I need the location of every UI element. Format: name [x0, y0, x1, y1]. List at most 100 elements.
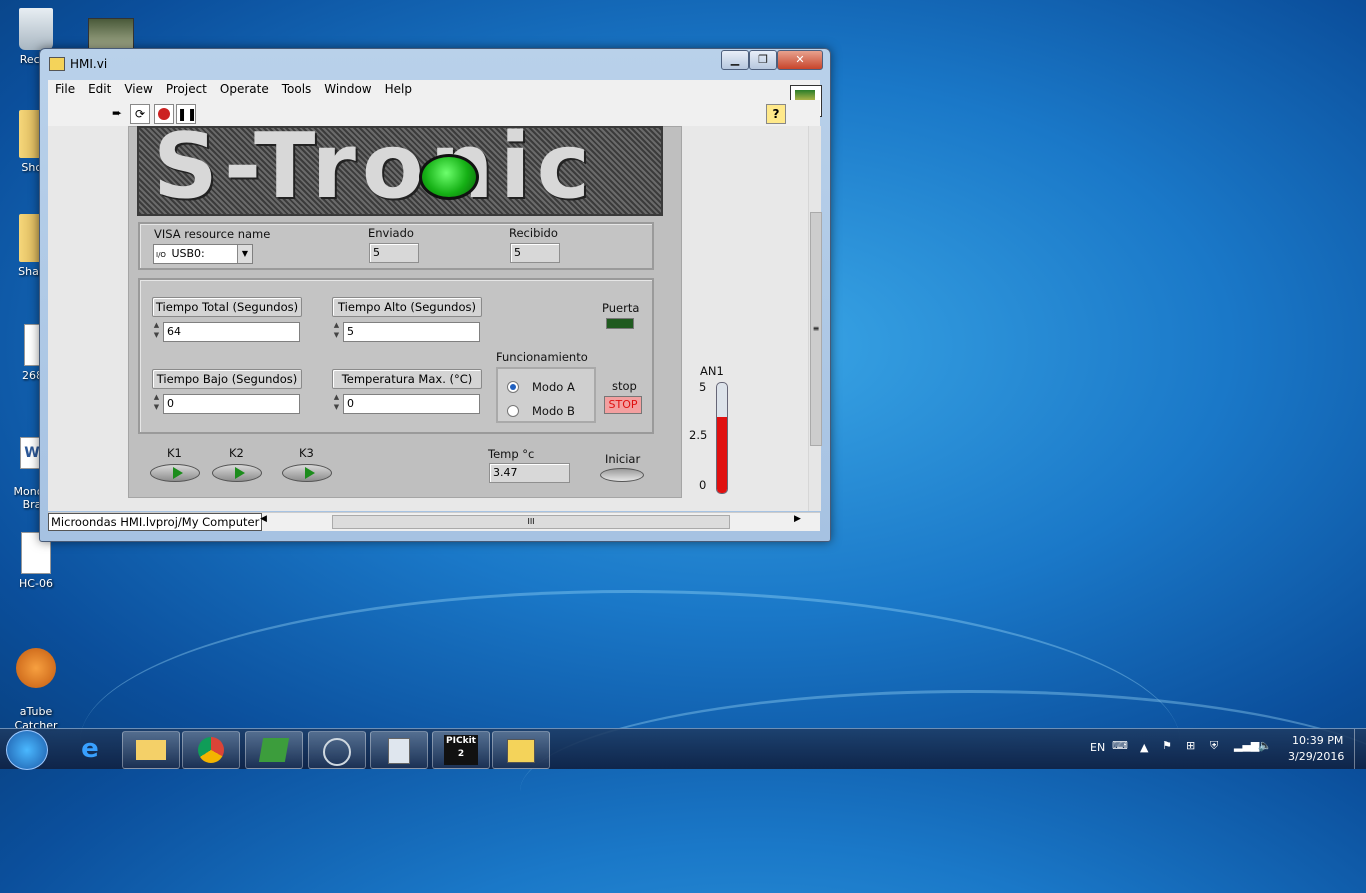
thermometer-tick-0: 0	[699, 478, 707, 492]
clock-time[interactable]: 10:39 PM	[1292, 734, 1343, 747]
thermometer-fill	[717, 416, 727, 493]
tiempo-total-stepper[interactable]: ▲ ▼	[152, 320, 161, 342]
k3-button[interactable]	[282, 464, 332, 482]
show-hidden-icons-icon[interactable]: ▲	[1140, 741, 1148, 754]
run-continuously-icon[interactable]: ⟳	[130, 104, 150, 124]
desktop-icon-picture[interactable]	[88, 18, 134, 50]
desktop-icon-atube-catcher[interactable]: aTube Catcher	[6, 634, 66, 733]
thermometer	[716, 382, 728, 494]
temperatura-max-stepper[interactable]: ▲ ▼	[332, 392, 341, 414]
iniciar-button[interactable]	[600, 468, 644, 482]
toolbar: ➨ ⟳ ❚❚ ?	[48, 100, 820, 127]
funcionamiento-label: Funcionamiento	[496, 350, 588, 364]
menu-help[interactable]: Help	[378, 80, 418, 96]
visa-resource-selector[interactable]: I/O USB0: ▼	[153, 244, 253, 264]
temperatura-max-input[interactable]: 0	[343, 394, 480, 414]
vertical-scroll-thumb[interactable]: ≡	[810, 212, 822, 446]
vertical-scrollbar[interactable]: ≡	[808, 126, 822, 511]
temperatura-max-label: Temperatura Max. (°C)	[332, 369, 482, 389]
chevron-down-icon[interactable]: ▼	[237, 245, 252, 263]
puerta-led	[606, 318, 634, 329]
labview-window[interactable]: HMI.vi ▁ ❐ ✕ File Edit View Project Operate T…	[39, 48, 831, 542]
modo-a-label[interactable]: Modo A	[532, 380, 575, 394]
temp-label: Temp °c	[488, 447, 535, 461]
play-icon	[235, 467, 245, 479]
minimize-button[interactable]: ▁	[721, 50, 749, 70]
scroll-right-icon[interactable]: ▶	[794, 514, 801, 524]
tiempo-bajo-label: Tiempo Bajo (Segundos)	[152, 369, 302, 389]
recibido-indicator: 5	[510, 243, 560, 263]
thermometer-label: AN1	[700, 364, 724, 378]
enviado-label: Enviado	[368, 226, 414, 240]
menu-operate[interactable]: Operate	[213, 80, 275, 96]
banner-text: S-Tronic	[153, 126, 596, 216]
menu-window[interactable]: Window	[317, 80, 377, 96]
visa-resource-value: USB0:	[171, 247, 205, 260]
menu-tools[interactable]: Tools	[275, 80, 318, 96]
security-icon[interactable]: ⛨	[1210, 739, 1218, 753]
k2-button[interactable]	[212, 464, 262, 482]
menu-view[interactable]: View	[117, 80, 158, 96]
tiempo-total-label: Tiempo Total (Segundos)	[152, 297, 302, 317]
menu-edit[interactable]: Edit	[81, 80, 117, 96]
tiempo-total-input[interactable]: 64	[163, 322, 300, 342]
close-button[interactable]: ✕	[777, 50, 823, 70]
tiempo-bajo-stepper[interactable]: ▲ ▼	[152, 392, 161, 414]
recibido-label: Recibido	[509, 226, 558, 240]
banner-image: S-Tronic	[137, 126, 663, 216]
show-desktop-button[interactable]	[1354, 729, 1366, 769]
scroll-left-icon[interactable]: ◀	[260, 514, 267, 524]
labview-icon[interactable]	[492, 731, 550, 769]
k1-label: K1	[167, 446, 182, 460]
calculator-icon[interactable]	[370, 731, 428, 769]
action-center-icon[interactable]: ⚑	[1162, 739, 1172, 752]
atube-catcher-icon	[16, 648, 56, 688]
taskbar: e PICkit 2 EN ⌨ ▲ ⚑ ⊞ ⛨ ▂▄▆ 🔈 10:39 PM 3…	[0, 728, 1366, 770]
windows-flag-icon[interactable]: ⊞	[1186, 739, 1195, 752]
chrome-icon[interactable]	[182, 731, 240, 769]
maximize-button[interactable]: ❐	[749, 50, 777, 70]
app-icon[interactable]	[308, 731, 366, 769]
front-panel: S-Tronic VISA resource name I/O USB0: ▼ …	[48, 126, 808, 511]
pickit2-icon[interactable]: PICkit 2	[432, 731, 490, 769]
start-button[interactable]	[6, 730, 48, 770]
pickit2-label: PICkit 2	[444, 735, 478, 765]
abort-execution-icon[interactable]	[154, 104, 174, 124]
tiempo-bajo-input[interactable]: 0	[163, 394, 300, 414]
tiempo-alto-stepper[interactable]: ▲ ▼	[332, 320, 341, 342]
horizontal-scroll-thumb[interactable]: III	[332, 515, 730, 529]
modo-b-label[interactable]: Modo B	[532, 404, 575, 418]
internet-explorer-icon[interactable]: e	[62, 731, 118, 767]
k1-button[interactable]	[150, 464, 200, 482]
k3-label: K3	[299, 446, 314, 460]
network-icon[interactable]: ▂▄▆	[1234, 739, 1259, 752]
pause-icon[interactable]: ❚❚	[176, 104, 197, 124]
context-help-button[interactable]: ?	[766, 104, 786, 124]
file-explorer-icon[interactable]	[122, 731, 180, 769]
stop-label: stop	[612, 379, 637, 393]
puerta-label: Puerta	[602, 301, 640, 315]
stop-button[interactable]: STOP	[604, 396, 642, 414]
temp-indicator: 3.47	[489, 463, 570, 483]
modo-b-radio[interactable]	[507, 405, 519, 417]
app-icon[interactable]	[245, 731, 303, 769]
play-icon	[173, 467, 183, 479]
menu-project[interactable]: Project	[159, 80, 213, 96]
volume-icon[interactable]: 🔈	[1258, 739, 1272, 752]
visa-resource-label: VISA resource name	[154, 227, 271, 241]
status-led-big	[419, 154, 479, 200]
tiempo-alto-label: Tiempo Alto (Segundos)	[332, 297, 482, 317]
project-path: Microondas HMI.lvproj/My Computer	[48, 513, 263, 531]
enviado-indicator: 5	[369, 243, 419, 263]
scroll-grip: III	[527, 517, 535, 526]
thermometer-tick-5: 5	[699, 380, 707, 394]
play-icon	[305, 467, 315, 479]
keyboard-icon[interactable]: ⌨	[1112, 739, 1128, 752]
clock-date[interactable]: 3/29/2016	[1288, 750, 1344, 763]
tiempo-alto-input[interactable]: 5	[343, 322, 480, 342]
modo-a-radio[interactable]	[507, 381, 519, 393]
run-arrow-icon[interactable]: ➨	[108, 104, 126, 122]
menu-file[interactable]: File	[48, 80, 81, 96]
language-indicator[interactable]: EN	[1090, 741, 1105, 754]
iniciar-label: Iniciar	[605, 452, 641, 466]
